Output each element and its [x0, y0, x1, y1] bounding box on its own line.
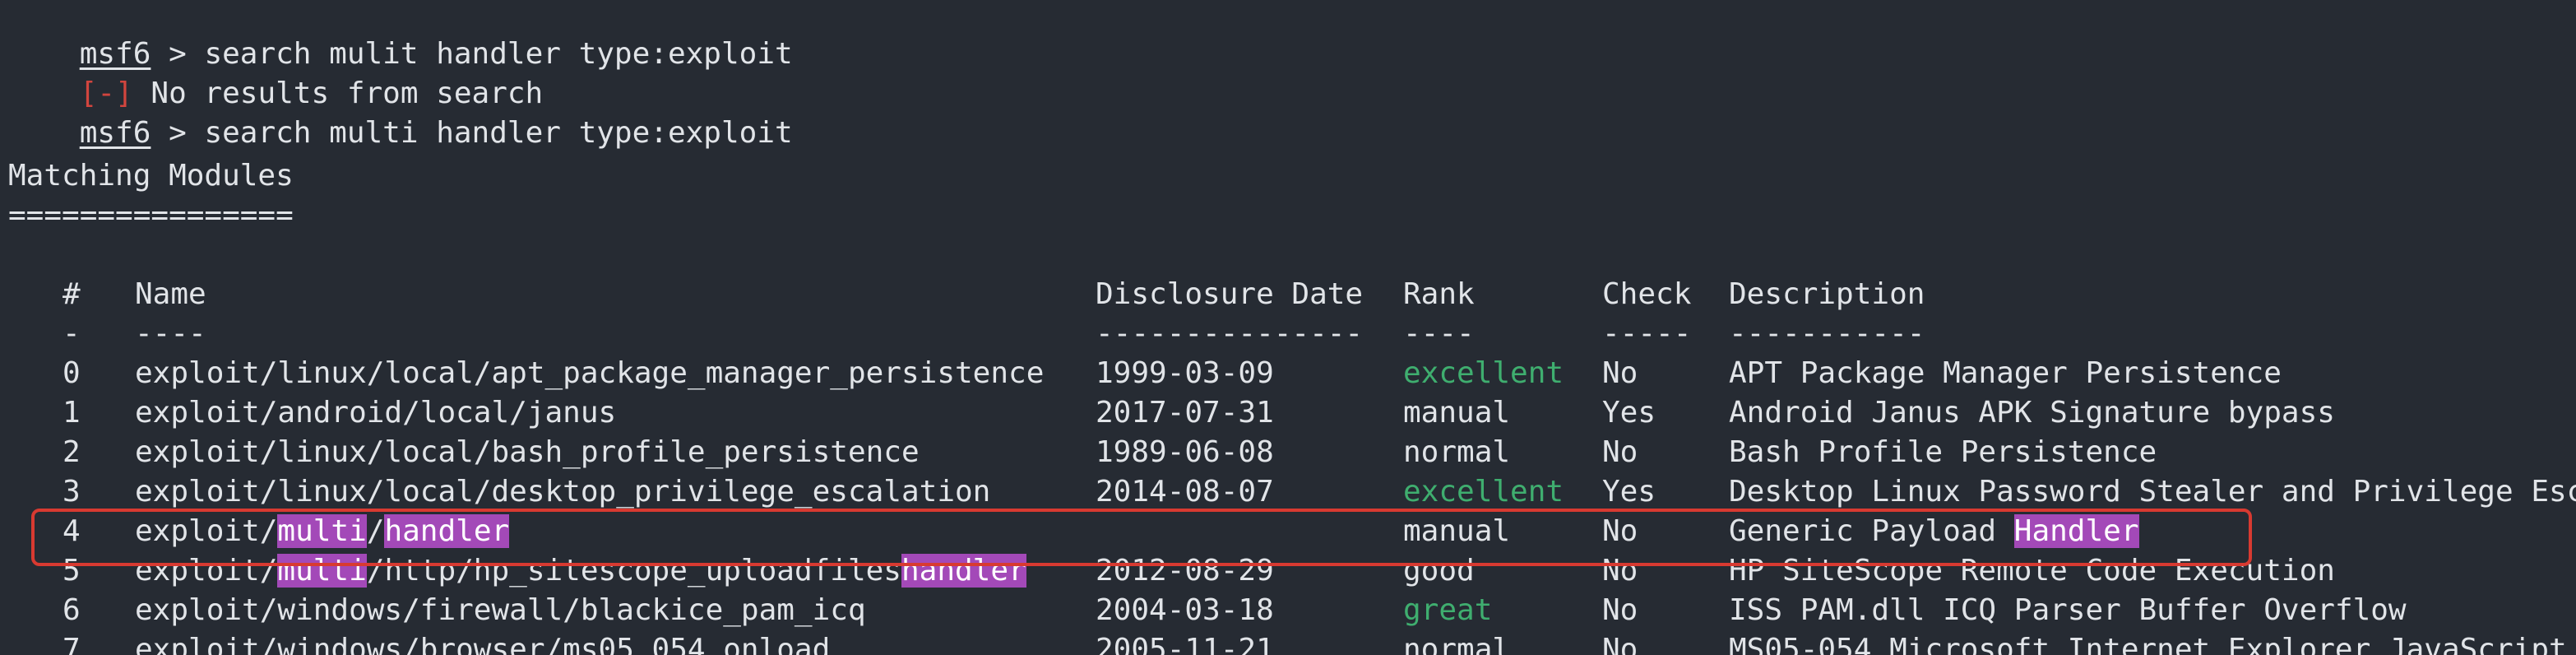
- command-line-2: msf6 > search multi handler type:exploit: [8, 79, 793, 150]
- rank-value: normal: [1403, 633, 1511, 655]
- disclosure-date: 2005-11-21: [1096, 633, 1274, 655]
- check-value: No: [1602, 435, 1638, 469]
- rank-value: great: [1403, 593, 1493, 627]
- header-check: Check: [1602, 277, 1692, 311]
- module-description: Android Janus APK Signature bypass: [1729, 396, 2335, 430]
- table-header: # Name Disclosure Date Rank Check Descri…: [8, 276, 1925, 316]
- header-description: Description: [1729, 277, 1925, 311]
- disclosure-date: 1989-06-08: [1096, 435, 1274, 469]
- row-num: 2: [63, 435, 81, 469]
- table-row[interactable]: 6 exploit/windows/firewall/blackice_pam_…: [8, 592, 2407, 632]
- annotation-box: [31, 509, 2252, 566]
- rank-value: excellent: [1403, 475, 1564, 509]
- table-row[interactable]: 1 exploit/android/local/janus 2017-07-31…: [8, 395, 2335, 434]
- disclosure-date: 2017-07-31: [1096, 396, 1274, 430]
- row-num: 0: [63, 356, 81, 390]
- divider-name: ----: [135, 317, 206, 351]
- table-divider: - ---- --------------- ---- ----- ------…: [8, 316, 1925, 355]
- divider-num: -: [63, 317, 81, 351]
- divider-description: -----------: [1729, 317, 1925, 351]
- module-description: Desktop Linux Password Stealer and Privi…: [1729, 475, 2576, 509]
- prompt-separator: >: [151, 116, 205, 150]
- check-value: No: [1602, 633, 1638, 655]
- header-date: Disclosure Date: [1096, 277, 1364, 311]
- divider-check: -----: [1602, 317, 1692, 351]
- table-row[interactable]: 7 exploit/windows/browser/ms05_054_onloa…: [8, 632, 2567, 655]
- table-row[interactable]: 0 exploit/linux/local/apt_package_manage…: [8, 355, 2282, 395]
- row-num: 3: [63, 475, 81, 509]
- terminal-window[interactable]: msf6 > search mulit handler type:exploit…: [0, 0, 2576, 655]
- prompt-label: msf6: [79, 116, 151, 150]
- disclosure-date: 2004-03-18: [1096, 593, 1274, 627]
- command-line-1: msf6 > search mulit handler type:exploit: [8, 0, 793, 71]
- row-num: 6: [63, 593, 81, 627]
- section-rule: ================: [8, 198, 294, 232]
- disclosure-date: 2014-08-07: [1096, 475, 1274, 509]
- rank-value: excellent: [1403, 356, 1564, 390]
- row-num: 7: [63, 633, 81, 655]
- disclosure-date: 1999-03-09: [1096, 356, 1274, 390]
- divider-rank: ----: [1403, 317, 1475, 351]
- module-description: MS05-054 Microsoft Internet Explorer Jav…: [1729, 633, 2567, 655]
- check-value: Yes: [1602, 475, 1656, 509]
- error-line: [-] No results from search: [8, 39, 544, 110]
- check-value: No: [1602, 356, 1638, 390]
- row-num: 1: [63, 396, 81, 430]
- table-row[interactable]: 3 exploit/linux/local/desktop_privilege_…: [8, 474, 2576, 513]
- header-name: Name: [135, 277, 206, 311]
- rank-value: normal: [1403, 435, 1511, 469]
- table-row[interactable]: 2 exploit/linux/local/bash_profile_persi…: [8, 434, 2157, 474]
- module-description: ISS PAM.dll ICQ Parser Buffer Overflow: [1729, 593, 2407, 627]
- check-value: Yes: [1602, 396, 1656, 430]
- divider-date: ---------------: [1096, 317, 1364, 351]
- module-description: Bash Profile Persistence: [1729, 435, 2157, 469]
- module-description: APT Package Manager Persistence: [1729, 356, 2282, 390]
- check-value: No: [1602, 593, 1638, 627]
- module-name: exploit/linux/local/apt_package_manager_…: [135, 356, 1045, 390]
- header-num: #: [63, 277, 81, 311]
- module-name: exploit/linux/local/desktop_privilege_es…: [135, 475, 991, 509]
- module-name: exploit/windows/firewall/blackice_pam_ic…: [135, 593, 866, 627]
- rank-value: manual: [1403, 396, 1511, 430]
- command-text: search multi handler type:exploit: [204, 116, 793, 150]
- module-name: exploit/windows/browser/ms05_054_onload: [135, 633, 831, 655]
- module-name: exploit/android/local/janus: [135, 396, 617, 430]
- module-name: exploit/linux/local/bash_profile_persist…: [135, 435, 920, 469]
- header-rank: Rank: [1403, 277, 1475, 311]
- section-title: Matching Modules: [8, 159, 294, 193]
